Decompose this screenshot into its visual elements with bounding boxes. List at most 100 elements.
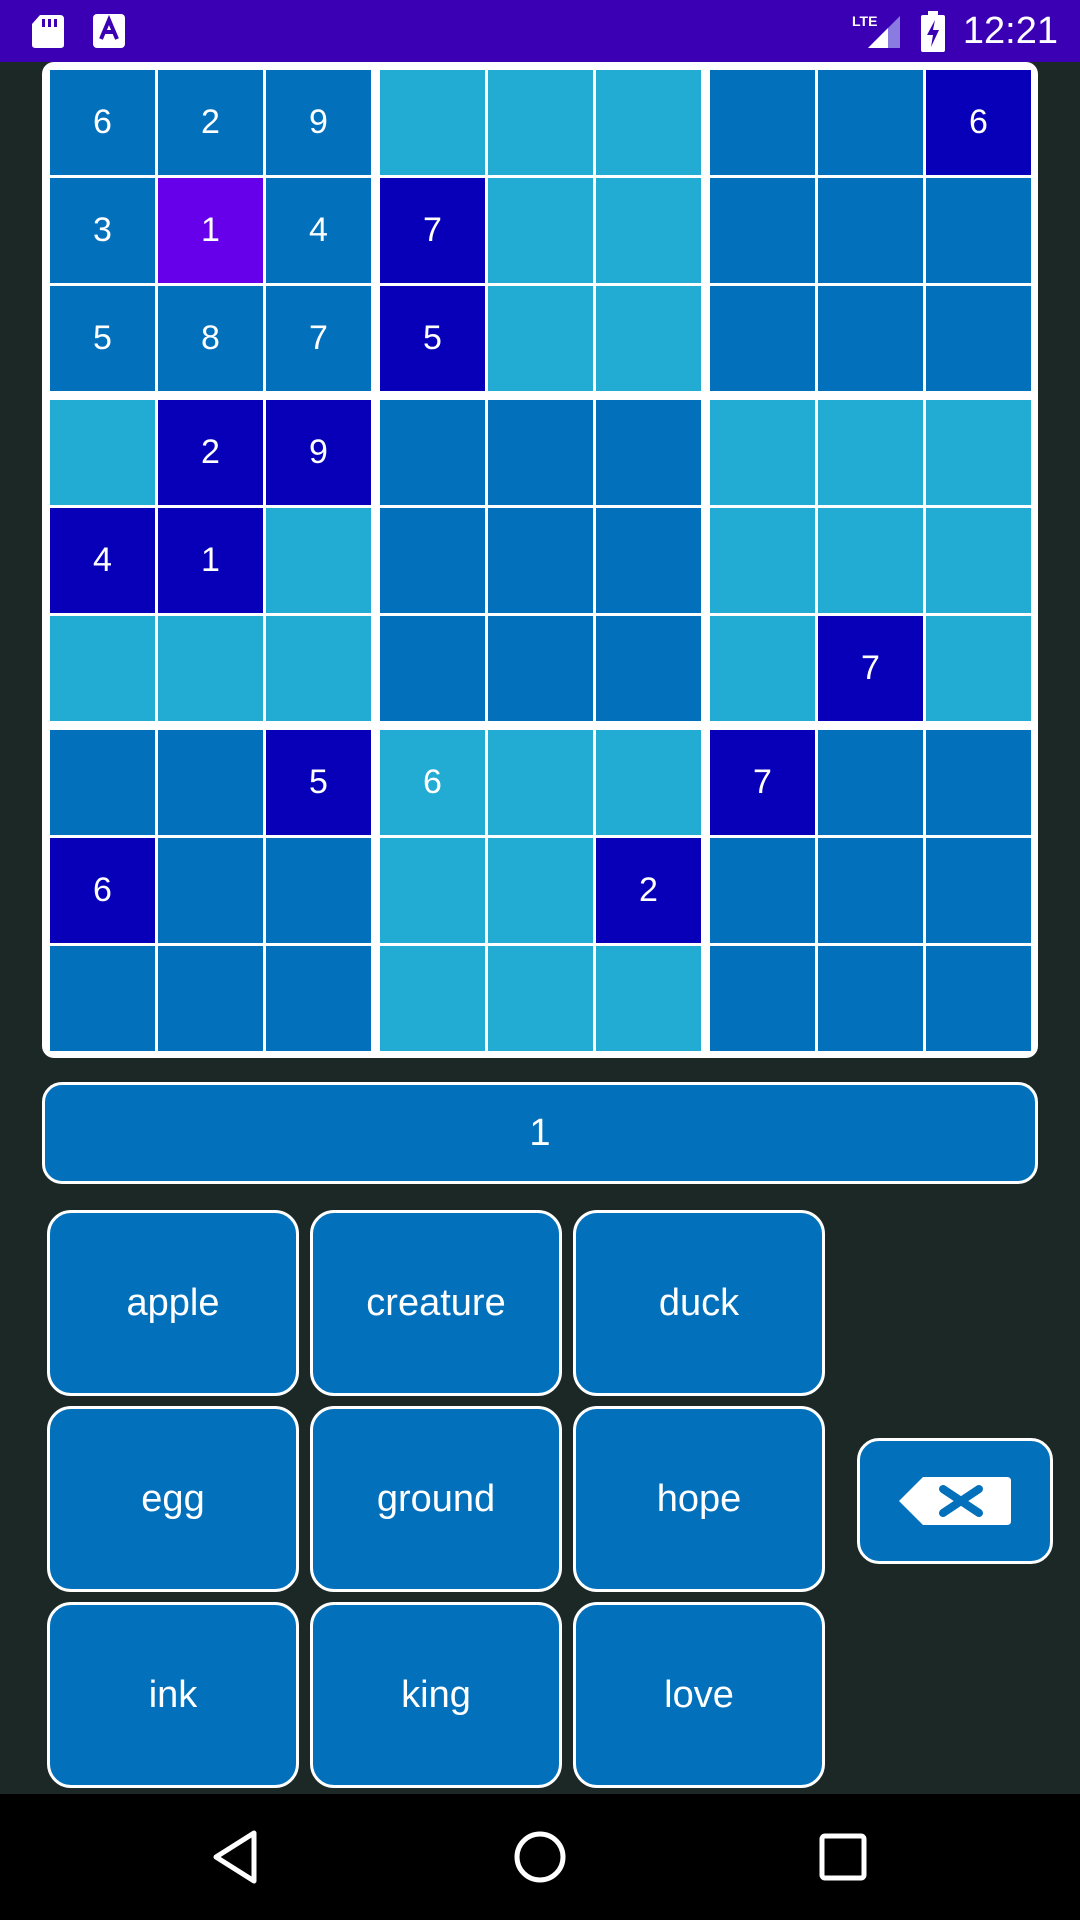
sudoku-cell[interactable] [380, 838, 485, 943]
sudoku-cell[interactable] [158, 946, 263, 1051]
sudoku-cell[interactable] [926, 838, 1031, 943]
sudoku-cell[interactable]: 2 [158, 400, 263, 505]
sudoku-cell[interactable] [710, 946, 815, 1051]
nav-recents-button[interactable] [808, 1822, 878, 1892]
sudoku-cell[interactable] [818, 730, 923, 835]
sudoku-cell[interactable]: 4 [50, 508, 155, 613]
sd-card-icon [32, 15, 64, 48]
word-button-ink[interactable]: ink [47, 1602, 299, 1788]
sudoku-cell[interactable]: 7 [710, 730, 815, 835]
sudoku-cell[interactable] [710, 70, 815, 175]
word-button-egg[interactable]: egg [47, 1406, 299, 1592]
sudoku-cell[interactable]: 5 [50, 286, 155, 391]
sudoku-cell[interactable] [596, 178, 701, 283]
word-button-apple[interactable]: apple [47, 1210, 299, 1396]
sudoku-cell[interactable] [710, 508, 815, 613]
sudoku-cell[interactable] [596, 946, 701, 1051]
sudoku-cell[interactable]: 7 [266, 286, 371, 391]
sudoku-cell[interactable] [596, 286, 701, 391]
sudoku-cell[interactable] [710, 286, 815, 391]
sudoku-cell[interactable] [50, 616, 155, 721]
sudoku-cell[interactable]: 9 [266, 70, 371, 175]
sudoku-cell[interactable] [596, 730, 701, 835]
sudoku-cell[interactable] [818, 508, 923, 613]
sudoku-cell[interactable] [926, 178, 1031, 283]
sudoku-cell[interactable] [710, 616, 815, 721]
sudoku-cell[interactable] [596, 70, 701, 175]
sudoku-cell[interactable] [818, 286, 923, 391]
word-button-ground[interactable]: ground [310, 1406, 562, 1592]
sudoku-cell[interactable] [488, 616, 593, 721]
sudoku-cell[interactable] [596, 616, 701, 721]
sudoku-cell[interactable] [488, 286, 593, 391]
sudoku-cell[interactable] [488, 70, 593, 175]
sudoku-cell[interactable] [488, 178, 593, 283]
sudoku-cell[interactable] [710, 838, 815, 943]
sudoku-cell[interactable] [710, 400, 815, 505]
sudoku-cell[interactable]: 2 [596, 838, 701, 943]
sudoku-cell[interactable] [380, 508, 485, 613]
sudoku-cell[interactable] [266, 616, 371, 721]
sudoku-cell[interactable]: 6 [380, 730, 485, 835]
sudoku-cell[interactable]: 9 [266, 400, 371, 505]
sudoku-board: 6296314758752941756762 [42, 62, 1038, 1058]
sudoku-cell[interactable]: 5 [266, 730, 371, 835]
sudoku-cell[interactable] [596, 400, 701, 505]
word-button-love[interactable]: love [573, 1602, 825, 1788]
sudoku-cell[interactable]: 7 [380, 178, 485, 283]
sudoku-cell[interactable]: 5 [380, 286, 485, 391]
sudoku-cell[interactable] [266, 508, 371, 613]
sudoku-cell[interactable]: 6 [50, 70, 155, 175]
sudoku-cell[interactable] [50, 946, 155, 1051]
sudoku-cell[interactable] [488, 838, 593, 943]
word-button-hope[interactable]: hope [573, 1406, 825, 1592]
sudoku-cell[interactable] [380, 70, 485, 175]
backspace-button[interactable] [857, 1438, 1053, 1564]
sudoku-cell[interactable] [818, 400, 923, 505]
sudoku-cell[interactable] [50, 400, 155, 505]
sudoku-cell[interactable] [488, 730, 593, 835]
sudoku-cell[interactable]: 1 [158, 508, 263, 613]
sudoku-cell[interactable] [818, 70, 923, 175]
sudoku-cell[interactable] [380, 400, 485, 505]
sudoku-cell[interactable] [50, 730, 155, 835]
sudoku-cell[interactable] [488, 508, 593, 613]
sudoku-cell[interactable] [818, 838, 923, 943]
sudoku-cell[interactable]: 3 [50, 178, 155, 283]
sudoku-cell[interactable] [710, 178, 815, 283]
sudoku-cell[interactable] [926, 286, 1031, 391]
sudoku-cell[interactable] [488, 946, 593, 1051]
word-button-king[interactable]: king [310, 1602, 562, 1788]
selected-value: 1 [529, 1111, 551, 1154]
back-icon [213, 1830, 257, 1884]
sudoku-cell[interactable]: 8 [158, 286, 263, 391]
nav-back-button[interactable] [200, 1822, 270, 1892]
sudoku-cell[interactable] [266, 946, 371, 1051]
nav-home-button[interactable] [505, 1822, 575, 1892]
sudoku-cell[interactable] [380, 616, 485, 721]
selected-value-bar[interactable]: 1 [42, 1082, 1038, 1184]
sudoku-cell[interactable] [926, 400, 1031, 505]
sudoku-cell[interactable] [596, 508, 701, 613]
sudoku-cell[interactable]: 6 [50, 838, 155, 943]
navigation-bar [0, 1794, 1080, 1920]
sudoku-cell[interactable] [926, 616, 1031, 721]
sudoku-cell[interactable] [158, 838, 263, 943]
sudoku-cell[interactable] [926, 508, 1031, 613]
sudoku-cell[interactable] [818, 946, 923, 1051]
sudoku-cell[interactable] [488, 400, 593, 505]
sudoku-cell[interactable]: 6 [926, 70, 1031, 175]
sudoku-cell-selected[interactable]: 1 [158, 178, 263, 283]
word-button-creature[interactable]: creature [310, 1210, 562, 1396]
sudoku-cell[interactable] [380, 946, 485, 1051]
sudoku-cell[interactable] [926, 946, 1031, 1051]
sudoku-cell[interactable] [158, 730, 263, 835]
sudoku-cell[interactable]: 7 [818, 616, 923, 721]
sudoku-cell[interactable]: 2 [158, 70, 263, 175]
sudoku-cell[interactable] [158, 616, 263, 721]
sudoku-cell[interactable]: 4 [266, 178, 371, 283]
sudoku-cell[interactable] [266, 838, 371, 943]
sudoku-cell[interactable] [818, 178, 923, 283]
word-button-duck[interactable]: duck [573, 1210, 825, 1396]
sudoku-cell[interactable] [926, 730, 1031, 835]
